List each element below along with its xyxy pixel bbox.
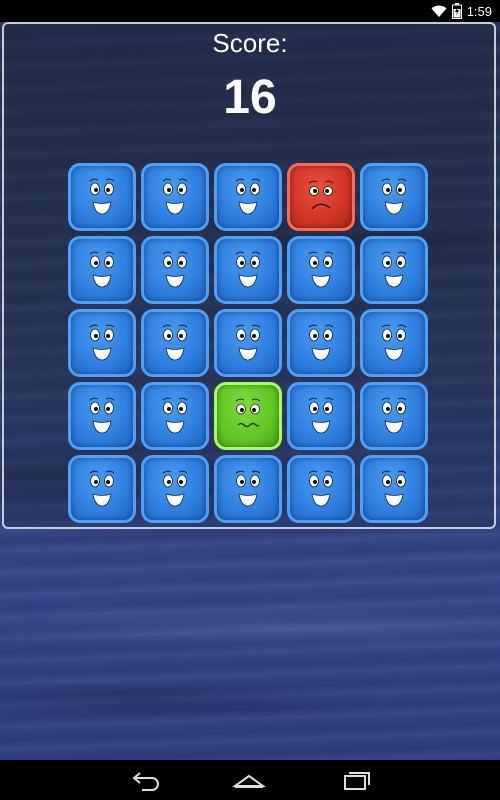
tile-blue-happy[interactable]	[287, 236, 355, 304]
navigation-bar	[0, 760, 500, 800]
tile-blue-happy[interactable]	[287, 382, 355, 450]
tile-blue-happy[interactable]	[287, 309, 355, 377]
happy-face-icon	[308, 324, 334, 361]
tile-blue-happy[interactable]	[141, 163, 209, 231]
happy-face-icon	[89, 397, 115, 434]
tile-blue-happy[interactable]	[214, 163, 282, 231]
tile-blue-happy[interactable]	[68, 163, 136, 231]
happy-face-icon	[308, 251, 334, 288]
score-label: Score:	[212, 28, 288, 58]
tile-blue-happy[interactable]	[360, 163, 428, 231]
home-icon	[231, 774, 267, 788]
status-bar: 1:59	[0, 0, 500, 22]
happy-face-icon	[162, 397, 188, 434]
back-button[interactable]	[124, 768, 164, 792]
tile-blue-happy[interactable]	[141, 309, 209, 377]
tile-blue-happy[interactable]	[68, 309, 136, 377]
happy-face-icon	[89, 470, 115, 507]
back-icon	[132, 772, 159, 791]
happy-face-icon	[381, 470, 407, 507]
tile-blue-happy[interactable]	[68, 382, 136, 450]
tile-blue-happy[interactable]	[360, 309, 428, 377]
tile-green-sick[interactable]	[214, 382, 282, 450]
happy-face-icon	[162, 251, 188, 288]
tile-blue-happy[interactable]	[141, 236, 209, 304]
battery-charging-icon	[451, 3, 462, 19]
recent-apps-button[interactable]	[336, 768, 376, 792]
tile-blue-happy[interactable]	[214, 309, 282, 377]
score-value: 16	[223, 71, 277, 124]
happy-face-icon	[381, 397, 407, 434]
happy-face-icon	[235, 178, 261, 215]
happy-face-icon	[308, 470, 334, 507]
happy-face-icon	[381, 251, 407, 288]
tile-red-sad[interactable]	[287, 163, 355, 231]
tile-blue-happy[interactable]	[68, 455, 136, 523]
happy-face-icon	[89, 178, 115, 215]
home-button[interactable]	[229, 768, 269, 792]
sad-face-icon	[308, 180, 334, 210]
tile-blue-happy[interactable]	[141, 455, 209, 523]
tile-blue-happy[interactable]	[214, 236, 282, 304]
status-time: 1:59	[466, 3, 492, 19]
tile-blue-happy[interactable]	[141, 382, 209, 450]
happy-face-icon	[89, 251, 115, 288]
tile-blue-happy[interactable]	[68, 236, 136, 304]
happy-face-icon	[381, 178, 407, 215]
tile-blue-happy[interactable]	[214, 455, 282, 523]
tile-blue-happy[interactable]	[360, 382, 428, 450]
happy-face-icon	[235, 251, 261, 288]
tile-blue-happy[interactable]	[287, 455, 355, 523]
recent-apps-icon	[344, 772, 370, 790]
tile-blue-happy[interactable]	[360, 455, 428, 523]
wifi-icon	[431, 4, 447, 18]
happy-face-icon	[162, 178, 188, 215]
happy-face-icon	[235, 324, 261, 361]
happy-face-icon	[381, 324, 407, 361]
happy-face-icon	[235, 470, 261, 507]
sick-face-icon	[235, 398, 261, 428]
happy-face-icon	[308, 397, 334, 434]
happy-face-icon	[162, 470, 188, 507]
happy-face-icon	[89, 324, 115, 361]
tile-blue-happy[interactable]	[360, 236, 428, 304]
happy-face-icon	[162, 324, 188, 361]
tile-grid	[68, 163, 428, 523]
